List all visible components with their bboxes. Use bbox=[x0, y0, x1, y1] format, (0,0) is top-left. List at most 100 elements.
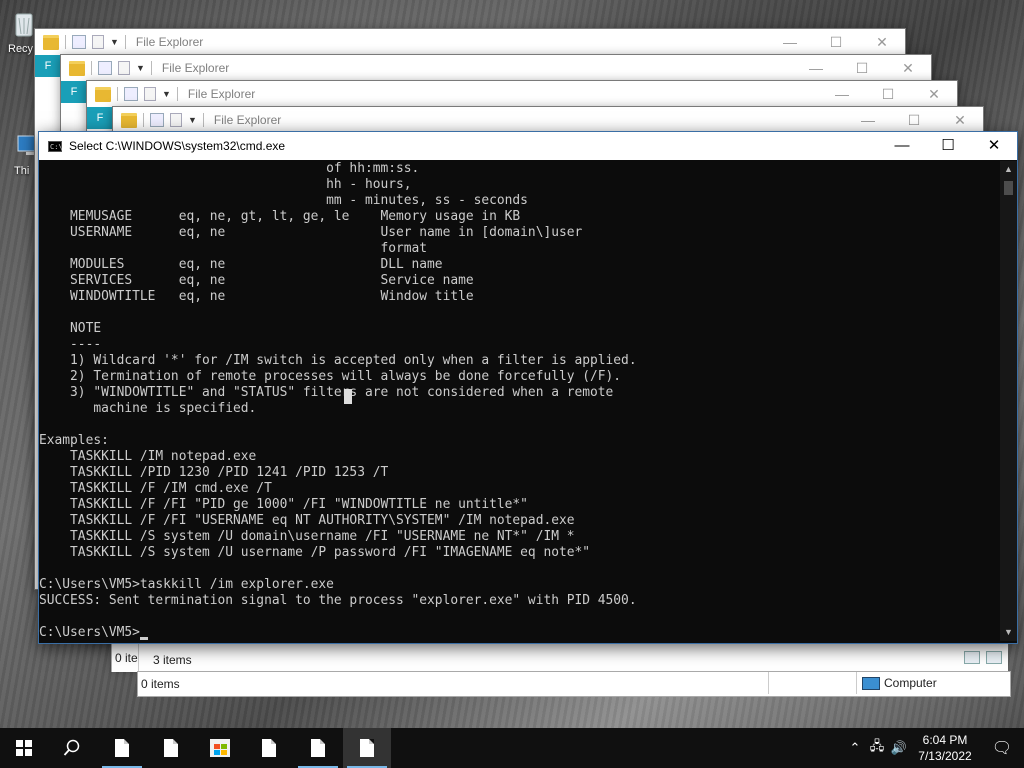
folder-icon[interactable] bbox=[121, 112, 137, 128]
console-line: MEMUSAGE eq, ne, gt, lt, ge, le Memory u… bbox=[39, 209, 521, 224]
taskbar-app-notepad-2[interactable] bbox=[147, 728, 195, 768]
cmd-titlebar[interactable]: C:\ Select C:\WINDOWS\system32\cmd.exe —… bbox=[39, 132, 1017, 160]
show-hidden-icons-icon[interactable]: ⌃ bbox=[844, 740, 866, 756]
divider bbox=[176, 87, 178, 101]
large-icons-view-icon[interactable] bbox=[986, 651, 1002, 664]
folder-icon[interactable] bbox=[69, 60, 85, 76]
clock-date: 7/13/2022 bbox=[918, 749, 972, 763]
console-line: USERNAME eq, ne User name in [domain\]us… bbox=[39, 225, 583, 240]
divider bbox=[117, 87, 118, 101]
close-button[interactable]: ✕ bbox=[859, 29, 905, 55]
file-tab[interactable]: F bbox=[61, 81, 87, 103]
cmd-window-title: Select C:\WINDOWS\system32\cmd.exe bbox=[69, 139, 286, 153]
console-prompt[interactable]: C:\Users\VM5> bbox=[39, 625, 999, 641]
divider bbox=[150, 61, 152, 75]
explorer-titlebar[interactable]: ▼ File Explorer — ☐ ✕ bbox=[87, 81, 957, 107]
divider bbox=[202, 113, 204, 127]
quick-access-toolbar: ▼ bbox=[61, 60, 152, 76]
taskbar-app-notepad-3[interactable] bbox=[245, 728, 293, 768]
new-folder-icon[interactable] bbox=[118, 61, 130, 75]
console-line: TASKKILL /IM notepad.exe bbox=[39, 449, 257, 464]
explorer-status-bar-front: 0 items Computer bbox=[137, 671, 1011, 697]
window-controls: — ☐ ✕ bbox=[793, 55, 931, 81]
chevron-down-icon[interactable]: ▼ bbox=[162, 89, 171, 99]
divider bbox=[91, 61, 92, 75]
search-button[interactable] bbox=[48, 728, 96, 768]
window-controls: — ☐ ✕ bbox=[819, 81, 957, 107]
explorer-titlebar[interactable]: ▼ File Explorer — ☐ ✕ bbox=[35, 29, 905, 55]
properties-icon[interactable] bbox=[150, 113, 164, 127]
volume-icon[interactable]: 🔊 bbox=[888, 740, 910, 756]
maximize-button[interactable]: ☐ bbox=[865, 81, 911, 107]
new-folder-icon[interactable] bbox=[144, 87, 156, 101]
console-line: TASKKILL /PID 1230 /PID 1241 /PID 1253 /… bbox=[39, 465, 389, 480]
cmd-app-icon: C:\ bbox=[48, 140, 63, 152]
window-title: File Explorer bbox=[213, 113, 282, 127]
properties-icon[interactable] bbox=[72, 35, 86, 49]
maximize-button[interactable]: ☐ bbox=[813, 29, 859, 55]
network-icon[interactable]: 🖧 bbox=[866, 737, 888, 759]
window-title: File Explorer bbox=[161, 61, 230, 75]
taskbar-app-store[interactable] bbox=[196, 728, 244, 768]
console-line: TASKKILL /S system /U username /P passwo… bbox=[39, 545, 591, 560]
new-folder-icon[interactable] bbox=[170, 113, 182, 127]
notifications-icon[interactable]: 🗨 bbox=[980, 738, 1024, 758]
explorer-titlebar[interactable]: ▼ File Explorer — ☐ ✕ bbox=[113, 107, 983, 133]
document-icon bbox=[311, 739, 325, 757]
quick-access-toolbar: ▼ bbox=[87, 86, 178, 102]
minimize-button[interactable]: — bbox=[879, 132, 925, 160]
file-tab[interactable]: F bbox=[87, 107, 113, 129]
item-count-back: 0 ite bbox=[115, 651, 138, 665]
close-button[interactable]: ✕ bbox=[911, 81, 957, 107]
console-line: C:\Users\VM5>taskkill /im explorer.exe bbox=[39, 577, 334, 592]
scroll-down-icon[interactable]: ▼ bbox=[1000, 624, 1017, 641]
new-folder-icon[interactable] bbox=[92, 35, 104, 49]
vertical-scrollbar[interactable]: ▲ ▼ bbox=[1000, 161, 1017, 641]
properties-icon[interactable] bbox=[98, 61, 112, 75]
taskbar-app-cmd[interactable] bbox=[343, 728, 391, 768]
taskbar-app-notepad-4[interactable] bbox=[294, 728, 342, 768]
properties-icon[interactable] bbox=[124, 87, 138, 101]
minimize-button[interactable]: — bbox=[845, 107, 891, 133]
maximize-button[interactable]: ☐ bbox=[891, 107, 937, 133]
store-bag-icon bbox=[210, 739, 230, 757]
document-icon bbox=[164, 739, 178, 757]
start-button[interactable] bbox=[0, 728, 48, 768]
console-line: of hh:mm:ss. bbox=[39, 161, 420, 176]
cmd-window[interactable]: C:\ Select C:\WINDOWS\system32\cmd.exe —… bbox=[38, 131, 1018, 644]
console-line: 2) Termination of remote processes will … bbox=[39, 369, 622, 384]
minimize-button[interactable]: — bbox=[793, 55, 839, 81]
window-title: File Explorer bbox=[187, 87, 256, 101]
window-controls: — ☐ ✕ bbox=[767, 29, 905, 55]
close-button[interactable]: ✕ bbox=[885, 55, 931, 81]
folder-icon[interactable] bbox=[95, 86, 111, 102]
console-output[interactable]: of hh:mm:ss. hh - hours, mm - minutes, s… bbox=[39, 161, 999, 641]
text-cursor bbox=[139, 637, 148, 640]
explorer-titlebar[interactable]: ▼ File Explorer — ☐ ✕ bbox=[61, 55, 931, 81]
scroll-thumb[interactable] bbox=[1004, 181, 1013, 195]
document-icon bbox=[360, 739, 374, 757]
clock[interactable]: 6:04 PM 7/13/2022 bbox=[910, 732, 980, 764]
chevron-down-icon[interactable]: ▼ bbox=[136, 63, 145, 73]
selection-cursor bbox=[344, 389, 352, 404]
details-view-icon[interactable] bbox=[964, 651, 980, 664]
divider bbox=[65, 35, 66, 49]
close-button[interactable]: ✕ bbox=[937, 107, 983, 133]
chevron-down-icon[interactable]: ▼ bbox=[188, 115, 197, 125]
maximize-button[interactable]: ☐ bbox=[925, 132, 971, 160]
minimize-button[interactable]: — bbox=[767, 29, 813, 55]
scroll-up-icon[interactable]: ▲ bbox=[1000, 161, 1017, 178]
item-count: 3 items bbox=[153, 653, 192, 667]
file-tab[interactable]: F bbox=[35, 55, 61, 77]
close-button[interactable]: ✕ bbox=[971, 132, 1017, 160]
console-line: TASKKILL /F /FI "PID ge 1000" /FI "WINDO… bbox=[39, 497, 528, 512]
console-line: NOTE bbox=[39, 321, 102, 336]
folder-icon[interactable] bbox=[43, 34, 59, 50]
chevron-down-icon[interactable]: ▼ bbox=[110, 37, 119, 47]
console-line: TASKKILL /F /IM cmd.exe /T bbox=[39, 481, 272, 496]
minimize-button[interactable]: — bbox=[819, 81, 865, 107]
taskbar-app-notepad-1[interactable] bbox=[98, 728, 146, 768]
maximize-button[interactable]: ☐ bbox=[839, 55, 885, 81]
